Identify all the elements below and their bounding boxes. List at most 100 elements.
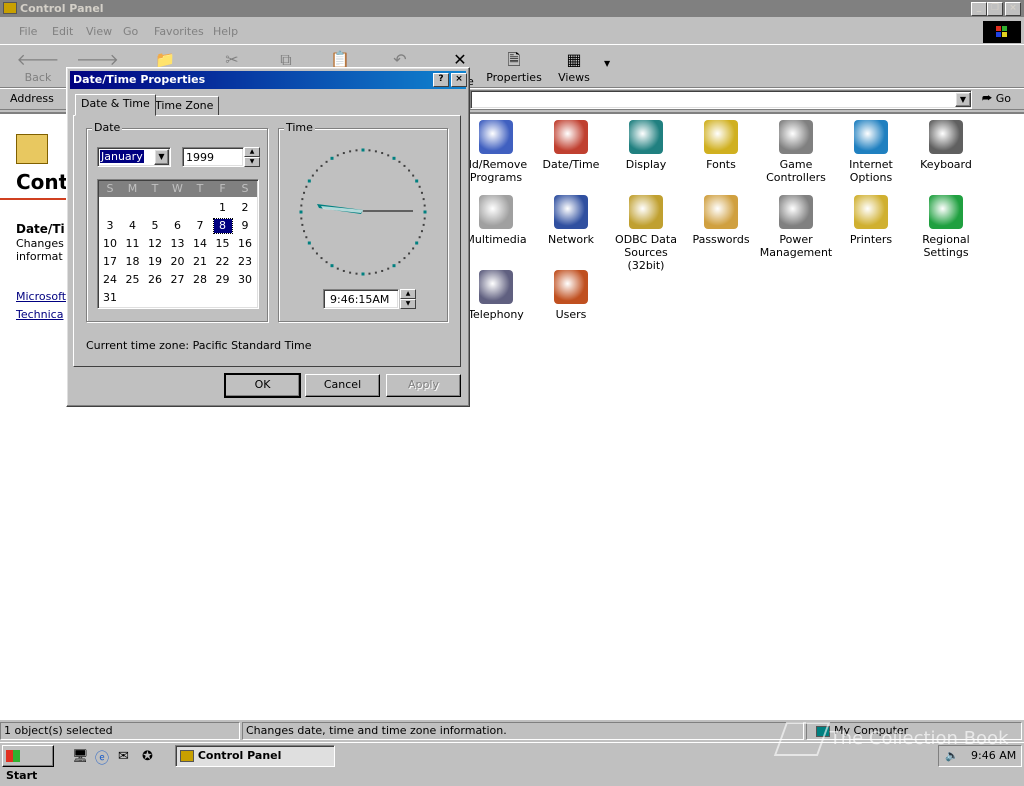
calendar-day[interactable]: 2 bbox=[236, 201, 254, 215]
clock-tick bbox=[403, 164, 406, 167]
show-desktop-icon[interactable]: 🖥 bbox=[72, 749, 89, 764]
year-spin-up[interactable]: ▲ bbox=[244, 147, 260, 157]
calendar-day[interactable]: 30 bbox=[236, 273, 254, 287]
calendar-day[interactable]: 18 bbox=[124, 255, 142, 269]
microsoft-link[interactable]: Microsoft bbox=[16, 290, 66, 303]
calendar-day[interactable]: 3 bbox=[101, 219, 119, 233]
cp-item[interactable]: ODBC Data Sources (32bit) bbox=[606, 195, 686, 272]
calendar-day[interactable]: 26 bbox=[146, 273, 164, 287]
calendar-day[interactable]: 7 bbox=[191, 219, 209, 233]
clock-tick bbox=[423, 217, 426, 220]
calendar-day[interactable]: 15 bbox=[214, 237, 232, 251]
regional-settings-icon bbox=[929, 195, 963, 229]
time-field[interactable]: 9:46:15AM bbox=[323, 289, 399, 309]
address-label: Address bbox=[10, 92, 54, 105]
properties-icon: 🗎 bbox=[507, 50, 521, 69]
clock-tick bbox=[320, 257, 323, 260]
cp-item[interactable]: Regional Settings bbox=[906, 195, 986, 259]
menu-view[interactable]: View bbox=[86, 25, 112, 38]
minimize-button[interactable]: _ bbox=[971, 2, 987, 16]
internet-explorer-icon[interactable]: ⓔ bbox=[95, 748, 109, 768]
calendar-day[interactable]: 12 bbox=[146, 237, 164, 251]
ok-button[interactable]: OK bbox=[224, 373, 301, 398]
cp-item[interactable]: Passwords bbox=[681, 195, 761, 246]
year-spin-down[interactable]: ▼ bbox=[244, 157, 260, 167]
menu-edit[interactable]: Edit bbox=[52, 25, 73, 38]
calendar-day[interactable]: 17 bbox=[101, 255, 119, 269]
menu-file[interactable]: File bbox=[19, 25, 37, 38]
month-select[interactable]: January ▼ bbox=[97, 147, 171, 167]
outlook-express-icon[interactable]: ✉ bbox=[118, 749, 129, 764]
tab-time-zone[interactable]: Time Zone bbox=[149, 96, 220, 116]
calendar-day[interactable]: 31 bbox=[101, 291, 119, 305]
calendar-day[interactable]: 10 bbox=[101, 237, 119, 251]
calendar-day[interactable]: 5 bbox=[146, 219, 164, 233]
menu-help[interactable]: Help bbox=[213, 25, 238, 38]
cp-item[interactable]: Internet Options bbox=[831, 120, 911, 184]
cp-item[interactable]: Game Controllers bbox=[756, 120, 836, 184]
calendar-day[interactable]: 25 bbox=[124, 273, 142, 287]
multimedia-icon bbox=[479, 195, 513, 229]
clock-tick bbox=[398, 160, 401, 163]
views-button[interactable]: ▦ Views bbox=[546, 49, 602, 84]
menu-favorites[interactable]: Favorites bbox=[154, 25, 204, 38]
menu-go[interactable]: Go bbox=[123, 25, 138, 38]
status-selected: 1 object(s) selected bbox=[0, 722, 240, 740]
clock-tick bbox=[387, 154, 390, 157]
calendar-day[interactable]: 19 bbox=[146, 255, 164, 269]
calendar-day[interactable]: 29 bbox=[214, 273, 232, 287]
cp-item[interactable]: Power Management bbox=[756, 195, 836, 259]
start-button[interactable]: Start bbox=[2, 745, 54, 782]
close-dialog-button[interactable]: × bbox=[451, 73, 467, 87]
clock-tick bbox=[412, 174, 415, 177]
weekday-header: S bbox=[241, 182, 249, 195]
clock-tick bbox=[355, 149, 358, 152]
calendar-day[interactable]: 1 bbox=[214, 201, 232, 215]
address-dropdown-button[interactable]: ▼ bbox=[955, 92, 971, 107]
technical-link[interactable]: Technica bbox=[16, 308, 63, 321]
calendar-day[interactable]: 13 bbox=[169, 237, 187, 251]
calendar-day[interactable]: 4 bbox=[124, 219, 142, 233]
cp-item[interactable]: Fonts bbox=[681, 120, 761, 171]
calendar-day[interactable]: 11 bbox=[124, 237, 142, 251]
apply-button[interactable]: Apply bbox=[386, 374, 461, 397]
cp-item[interactable]: Keyboard bbox=[906, 120, 986, 171]
calendar-day[interactable]: 24 bbox=[101, 273, 119, 287]
help-button[interactable]: ? bbox=[433, 73, 449, 87]
year-field[interactable]: 1999 bbox=[182, 147, 244, 167]
cp-item[interactable]: Network bbox=[531, 195, 611, 246]
calendar-day[interactable]: 6 bbox=[169, 219, 187, 233]
calendar-day[interactable]: 16 bbox=[236, 237, 254, 251]
restore-button[interactable]: ❐ bbox=[987, 2, 1003, 16]
calendar-day[interactable]: 9 bbox=[236, 219, 254, 233]
taskbar-control-panel-button[interactable]: Control Panel bbox=[175, 745, 335, 767]
clock-tick bbox=[415, 241, 419, 245]
go-button[interactable]: ⮫ Go bbox=[982, 92, 1011, 106]
properties-button[interactable]: 🗎 Properties bbox=[486, 49, 542, 84]
channels-icon[interactable]: ✪ bbox=[142, 749, 153, 764]
cp-item[interactable]: Users bbox=[531, 270, 611, 321]
calendar-day[interactable]: 8 bbox=[212, 218, 233, 234]
calendar-day[interactable]: 23 bbox=[236, 255, 254, 269]
fonts-icon bbox=[704, 120, 738, 154]
close-window-button[interactable]: × bbox=[1005, 2, 1021, 16]
cp-item-label: Fonts bbox=[706, 158, 736, 171]
back-button[interactable]: 🡐 Back bbox=[10, 49, 66, 84]
cp-item[interactable]: Display bbox=[606, 120, 686, 171]
calendar-day[interactable]: 27 bbox=[169, 273, 187, 287]
time-spin-up[interactable]: ▲ bbox=[400, 289, 416, 299]
calendar-day[interactable]: 28 bbox=[191, 273, 209, 287]
cancel-button[interactable]: Cancel bbox=[305, 374, 380, 397]
cp-item[interactable]: Date/Time bbox=[531, 120, 611, 171]
cp-item[interactable]: Printers bbox=[831, 195, 911, 246]
views-dropdown-arrow-icon[interactable]: ▼ bbox=[604, 59, 610, 68]
calendar-day[interactable]: 20 bbox=[169, 255, 187, 269]
calendar-day[interactable]: 14 bbox=[191, 237, 209, 251]
month-dropdown-icon[interactable]: ▼ bbox=[154, 149, 169, 165]
users-icon bbox=[554, 270, 588, 304]
calendar-day[interactable]: 22 bbox=[214, 255, 232, 269]
address-input[interactable] bbox=[470, 90, 972, 109]
tab-date-time[interactable]: Date & Time bbox=[75, 94, 156, 116]
time-spin-down[interactable]: ▼ bbox=[400, 299, 416, 309]
calendar-day[interactable]: 21 bbox=[191, 255, 209, 269]
